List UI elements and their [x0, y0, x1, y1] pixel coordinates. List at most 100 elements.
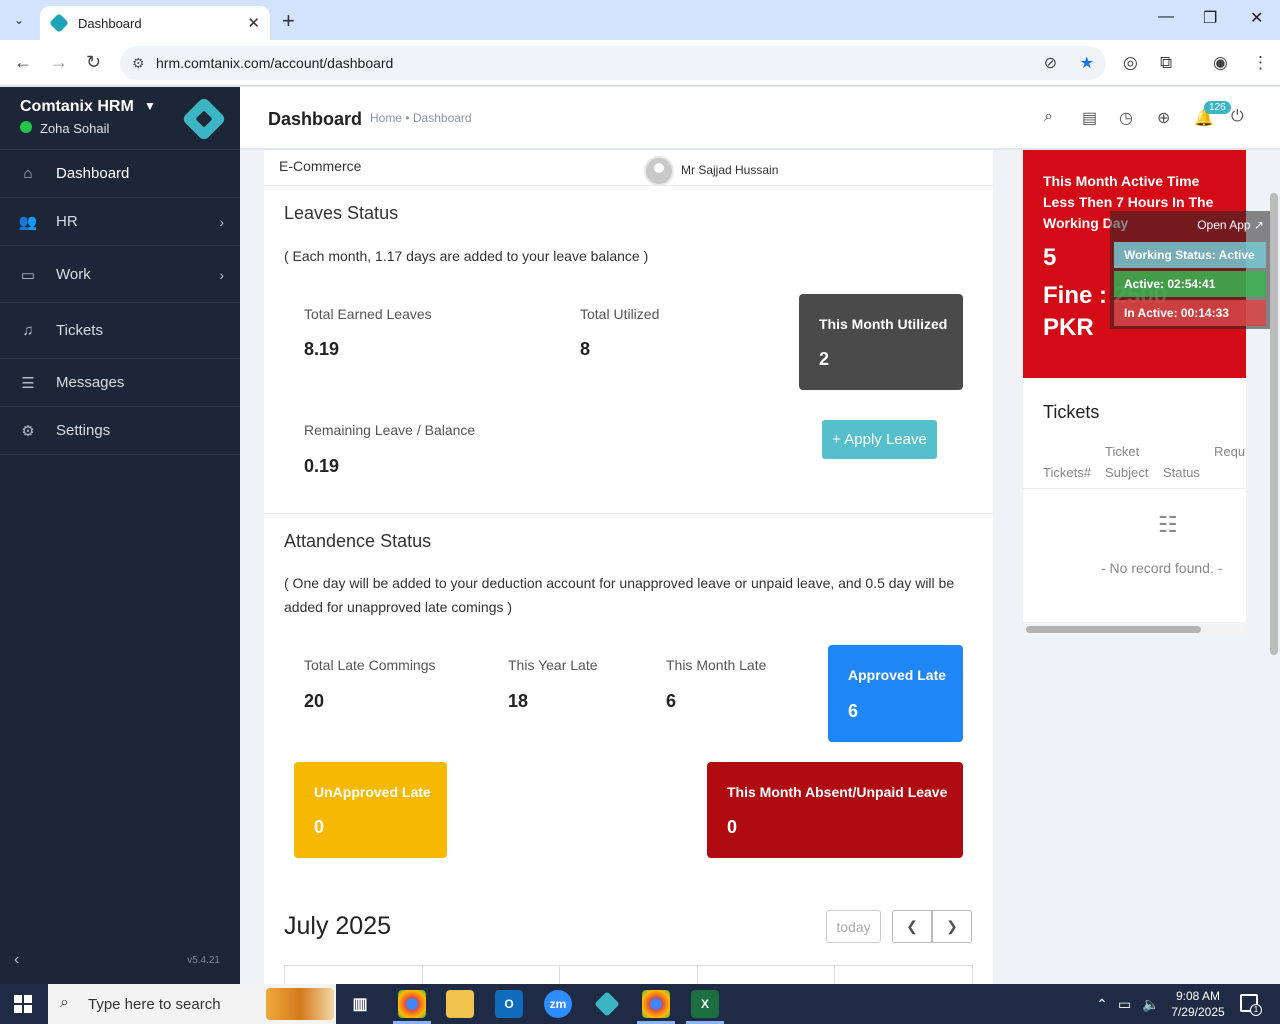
time-tracker-widget: Open App ↗ Working Status: Active Active… [1110, 211, 1270, 329]
approved-late-box: Approved Late 6 [828, 645, 963, 742]
browser-tabbar: ⌄ Dashboard ✕ + — ❐ ✕ [0, 0, 1280, 40]
tracking-off-icon[interactable]: ⊘ [1044, 55, 1057, 72]
notes-icon[interactable]: ▤ [1082, 108, 1097, 128]
sidebar-item-label: Tickets [56, 322, 103, 339]
close-window-icon[interactable]: ✕ [1250, 8, 1263, 28]
col-status: Status [1163, 465, 1200, 480]
search-placeholder: Type here to search [88, 995, 221, 1013]
add-icon[interactable]: ⊕ [1157, 108, 1170, 128]
absent-leave-label: This Month Absent/Unpaid Leave [727, 784, 948, 800]
calendar-next-button[interactable]: ❯ [932, 910, 972, 943]
browser-tab[interactable]: Dashboard ✕ [40, 6, 270, 40]
utilized-label: Total Utilized [580, 306, 660, 322]
open-app-link[interactable]: Open App ↗ [1197, 218, 1264, 232]
favicon-icon [49, 13, 69, 33]
translate-icon[interactable]: ◎ [1123, 53, 1138, 73]
vertical-scrollbar[interactable] [1270, 193, 1278, 655]
absent-leave-value: 0 [727, 817, 738, 837]
remaining-label: Remaining Leave / Balance [304, 422, 476, 438]
sidebar-item-messages[interactable]: ☰ Messages [0, 359, 240, 407]
sidebar-item-hr[interactable]: 👥 HR › [0, 198, 240, 246]
collapse-sidebar-icon[interactable]: ‹ [14, 951, 19, 969]
search-icon: ⌕ [60, 994, 69, 1011]
inactive-time: In Active: 00:14:33 [1114, 300, 1266, 326]
sidebar-item-tickets[interactable]: ♫ Tickets [0, 303, 240, 359]
tickets-title: Tickets [1043, 402, 1100, 422]
browser-menu-icon[interactable]: ⋮ [1252, 53, 1269, 73]
task-view-icon[interactable]: ▥ [346, 990, 374, 1018]
minimize-icon[interactable]: — [1158, 8, 1174, 26]
windows-start-icon[interactable] [14, 995, 32, 1013]
tab-search-button[interactable]: ⌄ [6, 8, 32, 32]
sidebar-item-label: Settings [56, 422, 111, 439]
breadcrumb[interactable]: Home • Dashboard [370, 111, 472, 125]
unapproved-late-value: 0 [314, 817, 325, 837]
zoom-icon[interactable]: zm [544, 990, 572, 1018]
gear-icon: ⚙ [21, 422, 35, 440]
url-bar[interactable]: ⚙ hrm.comtanix.com/account/dashboard ⊘ ★ [120, 46, 1106, 80]
headset-icon: ♫ [22, 322, 34, 339]
site-settings-icon[interactable]: ⚙ [132, 55, 145, 72]
power-icon[interactable]: ⏻ [1231, 108, 1244, 126]
remaining-value: 0.19 [304, 456, 340, 476]
clock-time: 9:08 AM [1175, 989, 1221, 1003]
chevron-down-icon[interactable]: ▼ [144, 99, 156, 113]
col-requested: Requ [1214, 444, 1246, 459]
chevron-right-icon: › [219, 213, 224, 230]
comtanix-app-icon[interactable] [593, 990, 621, 1018]
col-ticket-top: Ticket [1105, 444, 1140, 459]
col-tickets-number: Tickets# [1043, 465, 1091, 480]
new-tab-button[interactable]: + [282, 8, 295, 34]
approved-late-label: Approved Late [848, 667, 947, 683]
sidebar-item-dashboard[interactable]: ⌂ Dashboard [0, 150, 240, 198]
url-text: hrm.comtanix.com/account/dashboard [156, 55, 394, 71]
taskbar-search[interactable]: ⌕ Type here to search [48, 984, 336, 1024]
sidebar: Comtanix HRM ▼ Zoha Sohail ⌂ Dashboard 👥… [0, 87, 240, 984]
leaves-title: Leaves Status [284, 203, 399, 223]
total-late-value: 20 [304, 691, 325, 711]
horizontal-scrollbar[interactable] [1023, 622, 1246, 636]
close-tab-icon[interactable]: ✕ [247, 14, 260, 32]
bookmark-star-icon[interactable]: ★ [1080, 55, 1094, 72]
back-icon[interactable]: ← [14, 52, 32, 73]
profile-icon[interactable]: ◉ [1213, 53, 1228, 73]
network-icon[interactable]: ▭ [1118, 996, 1131, 1013]
address-toolbar: ← → ↻ ⚙ hrm.comtanix.com/account/dashboa… [0, 40, 1280, 86]
excel-icon[interactable]: X [691, 990, 719, 1018]
alert-count: 5 [1043, 244, 1057, 271]
sidebar-item-work[interactable]: ▭ Work › [0, 247, 240, 303]
year-late-value: 18 [508, 691, 529, 711]
sidebar-item-label: Work [56, 266, 91, 283]
no-record-text: - No record found. - [1101, 560, 1223, 576]
outlook-icon[interactable]: O [495, 990, 523, 1018]
utilized-value: 8 [580, 339, 591, 359]
month-utilized-box: This Month Utilized 2 [799, 294, 963, 390]
tab-title: Dashboard [78, 15, 142, 31]
calendar-today-button[interactable]: today [826, 910, 881, 943]
sidebar-item-settings[interactable]: ⚙ Settings [0, 407, 240, 455]
chrome-icon[interactable] [398, 990, 426, 1018]
clock-icon[interactable]: ◷ [1119, 108, 1133, 128]
extensions-icon[interactable]: ⧉ [1160, 53, 1172, 73]
calendar-prev-button[interactable]: ❮ [892, 910, 932, 943]
page-title: Dashboard [268, 109, 363, 129]
forward-icon[interactable]: → [50, 52, 68, 73]
attendance-note: ( One day will be added to your deductio… [284, 575, 955, 615]
apply-leave-button[interactable]: + Apply Leave [822, 420, 937, 459]
home-icon: ⌂ [23, 165, 33, 182]
active-time: Active: 02:54:41 [1114, 271, 1266, 297]
earned-leaves-label: Total Earned Leaves [304, 306, 432, 322]
brand-name[interactable]: Comtanix HRM [20, 98, 134, 116]
month-utilized-value: 2 [819, 349, 830, 369]
reload-icon[interactable]: ↻ [86, 52, 101, 73]
search-icon[interactable]: ⌕ [1044, 108, 1053, 126]
calendar-header-row [284, 965, 973, 984]
action-center-icon[interactable]: 1 [1240, 994, 1262, 1016]
chrome-profile-icon[interactable] [642, 990, 670, 1018]
taskbar-clock[interactable]: 9:08 AM 7/29/2025 [1160, 988, 1236, 1020]
restore-icon[interactable]: ❐ [1203, 8, 1217, 28]
user-name: Zoha Sohail [40, 121, 110, 136]
tray-chevron-up-icon[interactable]: ⌃ [1096, 996, 1108, 1013]
volume-icon[interactable]: 🔈 [1142, 996, 1159, 1013]
file-explorer-icon[interactable] [446, 990, 474, 1018]
